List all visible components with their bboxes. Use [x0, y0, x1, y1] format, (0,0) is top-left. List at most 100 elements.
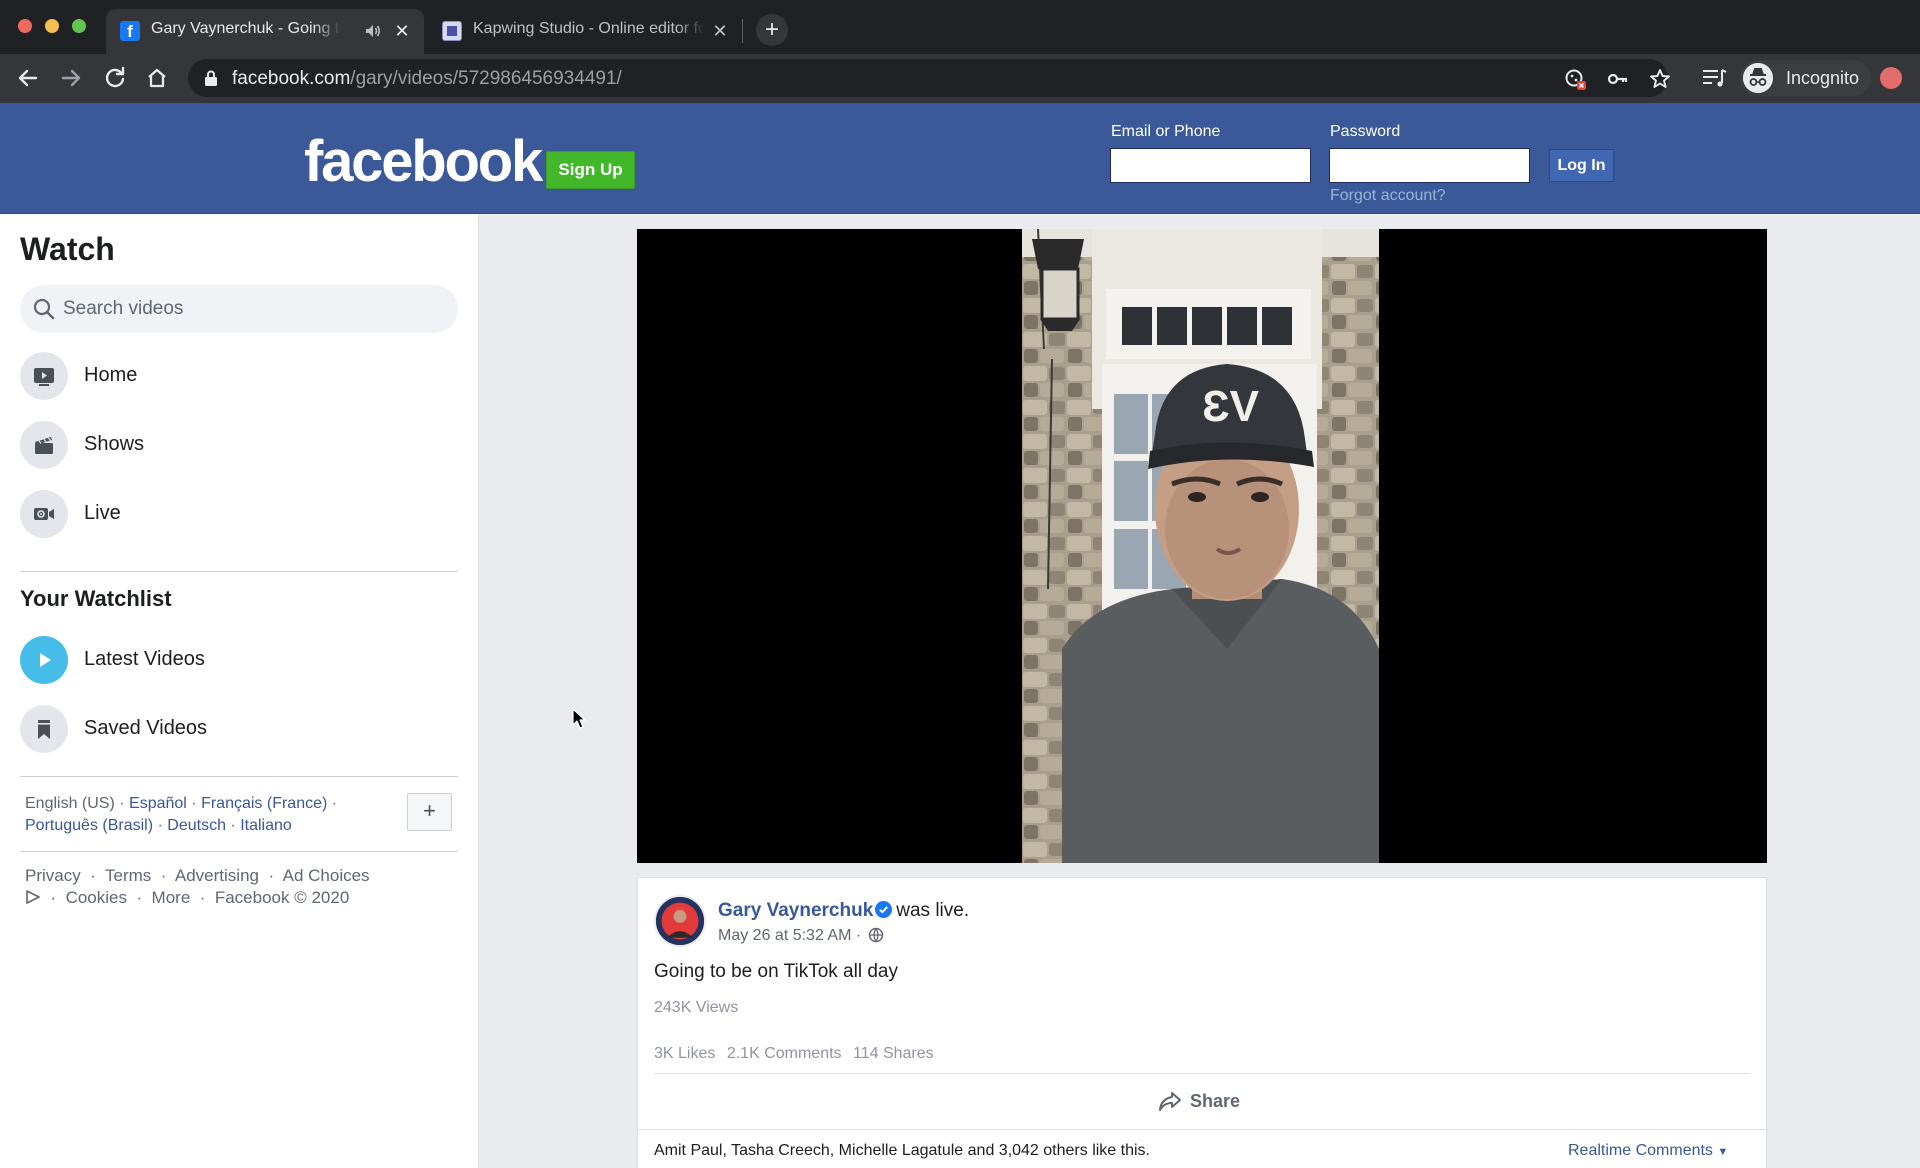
sidebar-item-label: Saved Videos [84, 717, 208, 739]
third-party-cookie-blocked-icon[interactable] [1563, 67, 1587, 91]
close-window-button[interactable] [18, 19, 32, 33]
password-field[interactable] [1329, 148, 1530, 183]
post-timestamp[interactable]: May 26 at 5:32 AM [718, 927, 851, 944]
maximize-window-button[interactable] [72, 19, 86, 33]
search-videos-input[interactable]: Search videos [20, 285, 458, 333]
lock-icon[interactable] [204, 70, 218, 86]
language-link-spanish[interactable]: Español [129, 795, 187, 812]
sidebar-item-label: Home [84, 364, 138, 386]
browser-toolbar: facebook.com/gary/videos/572986456934491… [0, 54, 1920, 103]
globe-icon [868, 927, 883, 943]
advertising-link[interactable]: Advertising [175, 866, 259, 885]
sidebar-item-latest-videos[interactable]: Latest Videos [20, 632, 458, 688]
speaker-icon[interactable] [363, 21, 383, 41]
close-tab-icon[interactable]: ✕ [392, 21, 412, 41]
sidebar-item-home[interactable]: Home [20, 348, 458, 404]
key-icon[interactable] [1606, 67, 1630, 91]
facebook-logo[interactable]: facebook [304, 128, 543, 195]
forgot-account-link[interactable]: Forgot account? [1330, 187, 1446, 205]
terms-link[interactable]: Terms [105, 866, 151, 885]
comments-count[interactable]: 2.1K Comments [727, 1045, 842, 1062]
mouse-cursor-icon [572, 708, 586, 729]
close-tab-icon[interactable]: ✕ [710, 21, 730, 41]
tab-facebook[interactable]: f Gary Vaynerchuk - Going to be on TikTo… [106, 9, 424, 54]
address-bar[interactable]: facebook.com/gary/videos/572986456934491… [188, 59, 1670, 97]
tab-title: Kapwing Studio - Online editor for video… [473, 20, 705, 37]
post-text: Going to be on TikTok all day [654, 961, 898, 982]
password-label: Password [1330, 123, 1401, 140]
sidebar-item-live[interactable]: Live [20, 486, 458, 542]
language-link-italian[interactable]: Italiano [240, 817, 292, 834]
media-controls-icon[interactable] [1700, 63, 1728, 93]
email-field[interactable] [1110, 148, 1311, 183]
bookmark-star-icon[interactable] [1648, 67, 1672, 91]
privacy-link[interactable]: Privacy [25, 866, 81, 885]
sidebar-item-label: Live [84, 502, 121, 524]
back-arrow-icon[interactable] [12, 62, 44, 94]
ad-choices-icon[interactable] [25, 890, 41, 904]
post-action: was live. [896, 900, 970, 921]
tab-title: Gary Vaynerchuk - Going to be on TikTok … [151, 20, 341, 37]
forward-arrow-icon[interactable] [55, 62, 87, 94]
facebook-favicon-icon: f [120, 21, 140, 41]
play-icon [40, 653, 51, 667]
sidebar-divider [20, 851, 458, 852]
realtime-comments-dropdown[interactable]: Realtime Comments ▼ [1568, 1142, 1728, 1160]
screen: f Gary Vaynerchuk - Going to be on TikTo… [0, 0, 1920, 1168]
incognito-icon [1743, 63, 1773, 93]
language-link-german[interactable]: Deutsch [167, 817, 226, 834]
nav-icon-circle [20, 352, 68, 400]
more-languages-button[interactable]: + [407, 793, 452, 831]
sidebar-divider [20, 776, 458, 777]
language-link-french[interactable]: Français (France) [201, 795, 327, 812]
ad-choices-link[interactable]: Ad Choices [283, 866, 370, 885]
caret-down-icon: ▼ [1717, 1146, 1729, 1158]
search-placeholder: Search videos [63, 298, 184, 319]
post-header: Gary Vaynerchuk was live. [718, 900, 969, 922]
footer-links: Privacy · Terms · Advertising · Ad Choic… [25, 866, 370, 907]
email-label: Email or Phone [1111, 123, 1221, 140]
post-meta: May 26 at 5:32 AM · [718, 927, 884, 945]
sign-up-button[interactable]: Sign Up [546, 151, 635, 189]
share-button[interactable]: Share [1158, 1084, 1258, 1118]
incognito-profile-button[interactable]: Incognito [1740, 60, 1872, 96]
watchlist-heading: Your Watchlist [20, 586, 172, 611]
new-tab-button[interactable]: + [756, 14, 788, 46]
avatar[interactable] [654, 895, 706, 947]
browser-menu-update-icon[interactable] [1880, 67, 1902, 89]
copyright-text: Facebook © 2020 [214, 888, 350, 907]
likes-count[interactable]: 3K Likes [654, 1045, 715, 1062]
nav-icon-circle [20, 636, 68, 684]
reload-icon[interactable] [99, 62, 131, 94]
log-in-button[interactable]: Log In [1549, 149, 1614, 182]
verified-badge-icon [875, 901, 893, 918]
more-link[interactable]: More [152, 888, 191, 907]
home-icon[interactable] [141, 62, 173, 94]
minimize-window-button[interactable] [45, 19, 59, 33]
realtime-comments-label: Realtime Comments [1568, 1142, 1713, 1159]
post-author-link[interactable]: Gary Vaynerchuk [718, 900, 873, 921]
kapwing-favicon-icon [442, 21, 462, 41]
likes-summary[interactable]: Amit Paul, Tasha Creech, Michelle Lagatu… [654, 1142, 1150, 1160]
bookmark-icon [38, 720, 50, 739]
post-card: Gary Vaynerchuk was live. May 26 at 5:32 … [637, 877, 1768, 1168]
url-text[interactable]: facebook.com/gary/videos/572986456934491… [232, 68, 622, 90]
video-player[interactable]: ƐV [637, 229, 1767, 863]
watch-sidebar: Watch Search videos Home Shows Live Your… [0, 214, 479, 1168]
sidebar-item-label: Latest Videos [84, 648, 205, 670]
facebook-header: facebook Sign Up Email or Phone Password… [0, 103, 1920, 214]
language-selector: English (US) · Español · Français (Franc… [25, 795, 338, 834]
incognito-label: Incognito [1786, 68, 1860, 88]
sidebar-item-saved-videos[interactable]: Saved Videos [20, 701, 458, 757]
url-host: facebook.com [232, 68, 351, 89]
view-count: 243K Views [654, 999, 739, 1016]
share-arrow-icon [1159, 1092, 1181, 1111]
shares-count[interactable]: 114 Shares [853, 1045, 934, 1062]
sidebar-item-shows[interactable]: Shows [20, 417, 458, 473]
current-language: English (US) [25, 795, 115, 812]
post-divider [638, 1129, 1768, 1130]
cookies-link[interactable]: Cookies [66, 888, 127, 907]
svg-text:ƐV: ƐV [1202, 382, 1260, 431]
language-link-portuguese[interactable]: Português (Brasil) [25, 817, 153, 834]
tab-kapwing[interactable]: Kapwing Studio - Online editor for video… [428, 9, 742, 54]
